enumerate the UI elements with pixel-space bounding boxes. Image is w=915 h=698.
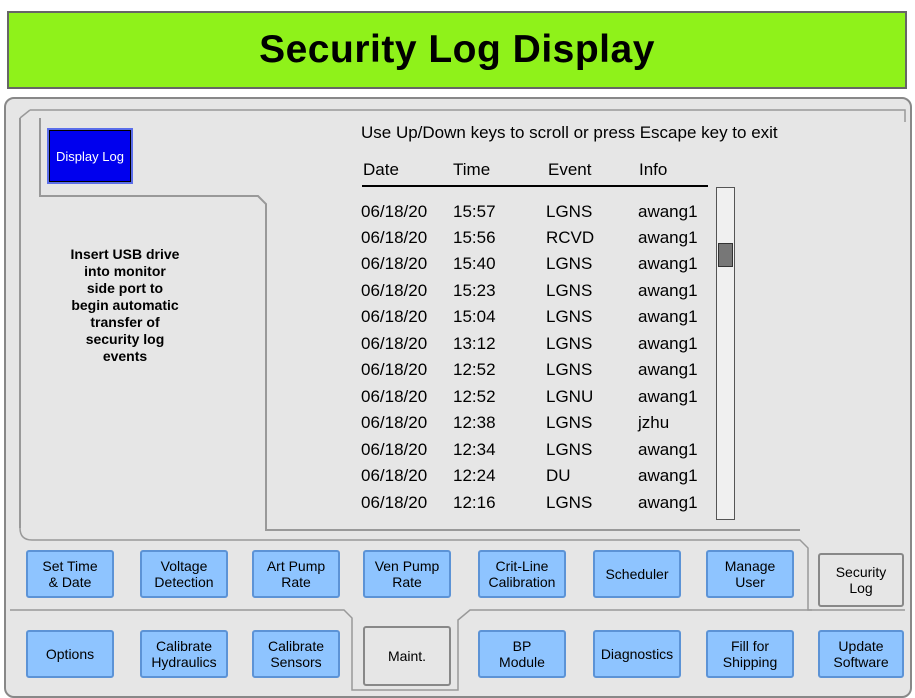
log-date: 06/18/20 [361, 440, 428, 459]
log-time: 12:52 [453, 387, 496, 406]
log-date: 06/18/20 [361, 228, 428, 247]
log-date: 06/18/20 [361, 307, 428, 326]
tab-calibrate-hydraulics[interactable]: Calibrate Hydraulics [140, 630, 228, 678]
log-date: 06/18/20 [361, 387, 428, 406]
tab-art-pump-rate[interactable]: Art Pump Rate [252, 550, 340, 598]
tab-crit-line-calibration[interactable]: Crit-Line Calibration [478, 550, 566, 598]
log-date: 06/18/20 [361, 334, 428, 353]
tab-voltage-detection[interactable]: Voltage Detection [140, 550, 228, 598]
log-scrollbar-thumb[interactable] [718, 243, 733, 267]
table-row[interactable]: 06/18/20 12:52 LGNS awang1 [0, 360, 915, 383]
log-event: LGNS [546, 440, 593, 459]
table-row[interactable]: 06/18/20 15:57 LGNS awang1 [0, 202, 915, 225]
table-row[interactable]: 06/18/20 12:34 LGNS awang1 [0, 440, 915, 463]
tab-manage-user[interactable]: Manage User [706, 550, 794, 598]
log-info: awang1 [638, 334, 698, 353]
table-row[interactable]: 06/18/20 15:40 LGNS awang1 [0, 254, 915, 277]
log-time: 15:04 [453, 307, 496, 326]
tab-maint[interactable]: Maint. [363, 626, 451, 686]
log-date: 06/18/20 [361, 360, 428, 379]
scroll-instruction: Use Up/Down keys to scroll or press Esca… [361, 123, 778, 142]
log-info: awang1 [638, 254, 698, 273]
log-info: awang1 [638, 228, 698, 247]
tab-update-software[interactable]: Update Software [818, 630, 904, 678]
table-row[interactable]: 06/18/20 15:04 LGNS awang1 [0, 307, 915, 330]
tab-bp-module[interactable]: BP Module [478, 630, 566, 678]
log-time: 12:24 [453, 466, 496, 485]
log-date: 06/18/20 [361, 493, 428, 512]
log-date: 06/18/20 [361, 281, 428, 300]
header-divider [362, 185, 708, 187]
log-info: awang1 [638, 466, 698, 485]
log-date: 06/18/20 [361, 466, 428, 485]
log-time: 12:38 [453, 413, 496, 432]
log-info: awang1 [638, 202, 698, 221]
log-event: LGNS [546, 307, 593, 326]
log-event: RCVD [546, 228, 595, 247]
log-event: LGNU [546, 387, 594, 406]
log-time: 15:23 [453, 281, 496, 300]
tab-ven-pump-rate[interactable]: Ven Pump Rate [363, 550, 451, 598]
log-event: LGNS [546, 493, 593, 512]
log-event: DU [546, 466, 571, 485]
log-event: LGNS [546, 202, 593, 221]
table-row[interactable]: 06/18/20 13:12 LGNS awang1 [0, 334, 915, 357]
table-row[interactable]: 06/18/20 12:52 LGNU awang1 [0, 387, 915, 410]
log-time: 12:34 [453, 440, 496, 459]
log-event: LGNS [546, 334, 593, 353]
log-time: 12:16 [453, 493, 496, 512]
title-bar: Security Log Display [7, 11, 907, 89]
tab-security-log[interactable]: Security Log [818, 553, 904, 607]
column-header-date: Date [363, 160, 399, 179]
log-info: awang1 [638, 493, 698, 512]
log-info: jzhu [638, 413, 670, 432]
page-title: Security Log Display [259, 28, 655, 71]
log-event: LGNS [546, 254, 593, 273]
log-date: 06/18/20 [361, 202, 428, 221]
log-info: awang1 [638, 360, 698, 379]
tab-calibrate-sensors[interactable]: Calibrate Sensors [252, 630, 340, 678]
log-info: awang1 [638, 281, 698, 300]
log-time: 12:52 [453, 360, 496, 379]
tab-set-time-date[interactable]: Set Time & Date [26, 550, 114, 598]
column-header-event: Event [548, 160, 592, 179]
log-event: LGNS [546, 281, 593, 300]
log-date: 06/18/20 [361, 254, 428, 273]
log-time: 13:12 [453, 334, 496, 353]
log-event: LGNS [546, 413, 593, 432]
log-event: LGNS [546, 360, 593, 379]
table-row[interactable]: 06/18/20 15:23 LGNS awang1 [0, 281, 915, 304]
log-scrollbar[interactable] [716, 187, 735, 520]
log-date: 06/18/20 [361, 413, 428, 432]
table-row[interactable]: 06/18/20 12:16 LGNS awang1 [0, 493, 915, 516]
log-time: 15:57 [453, 202, 496, 221]
table-row[interactable]: 06/18/20 12:38 LGNS jzhu [0, 413, 915, 436]
tab-diagnostics[interactable]: Diagnostics [593, 630, 681, 678]
tab-options[interactable]: Options [26, 630, 114, 678]
log-info: awang1 [638, 440, 698, 459]
log-time: 15:40 [453, 254, 496, 273]
table-row[interactable]: 06/18/20 12:24 DU awang1 [0, 466, 915, 489]
display-log-button[interactable]: Display Log [47, 128, 133, 184]
tab-fill-for-shipping[interactable]: Fill for Shipping [706, 630, 794, 678]
tab-scheduler[interactable]: Scheduler [593, 550, 681, 598]
log-time: 15:56 [453, 228, 496, 247]
table-row[interactable]: 06/18/20 15:56 RCVD awang1 [0, 228, 915, 251]
log-info: awang1 [638, 387, 698, 406]
column-header-time: Time [453, 160, 491, 179]
column-header-info: Info [639, 160, 668, 179]
log-info: awang1 [638, 307, 698, 326]
